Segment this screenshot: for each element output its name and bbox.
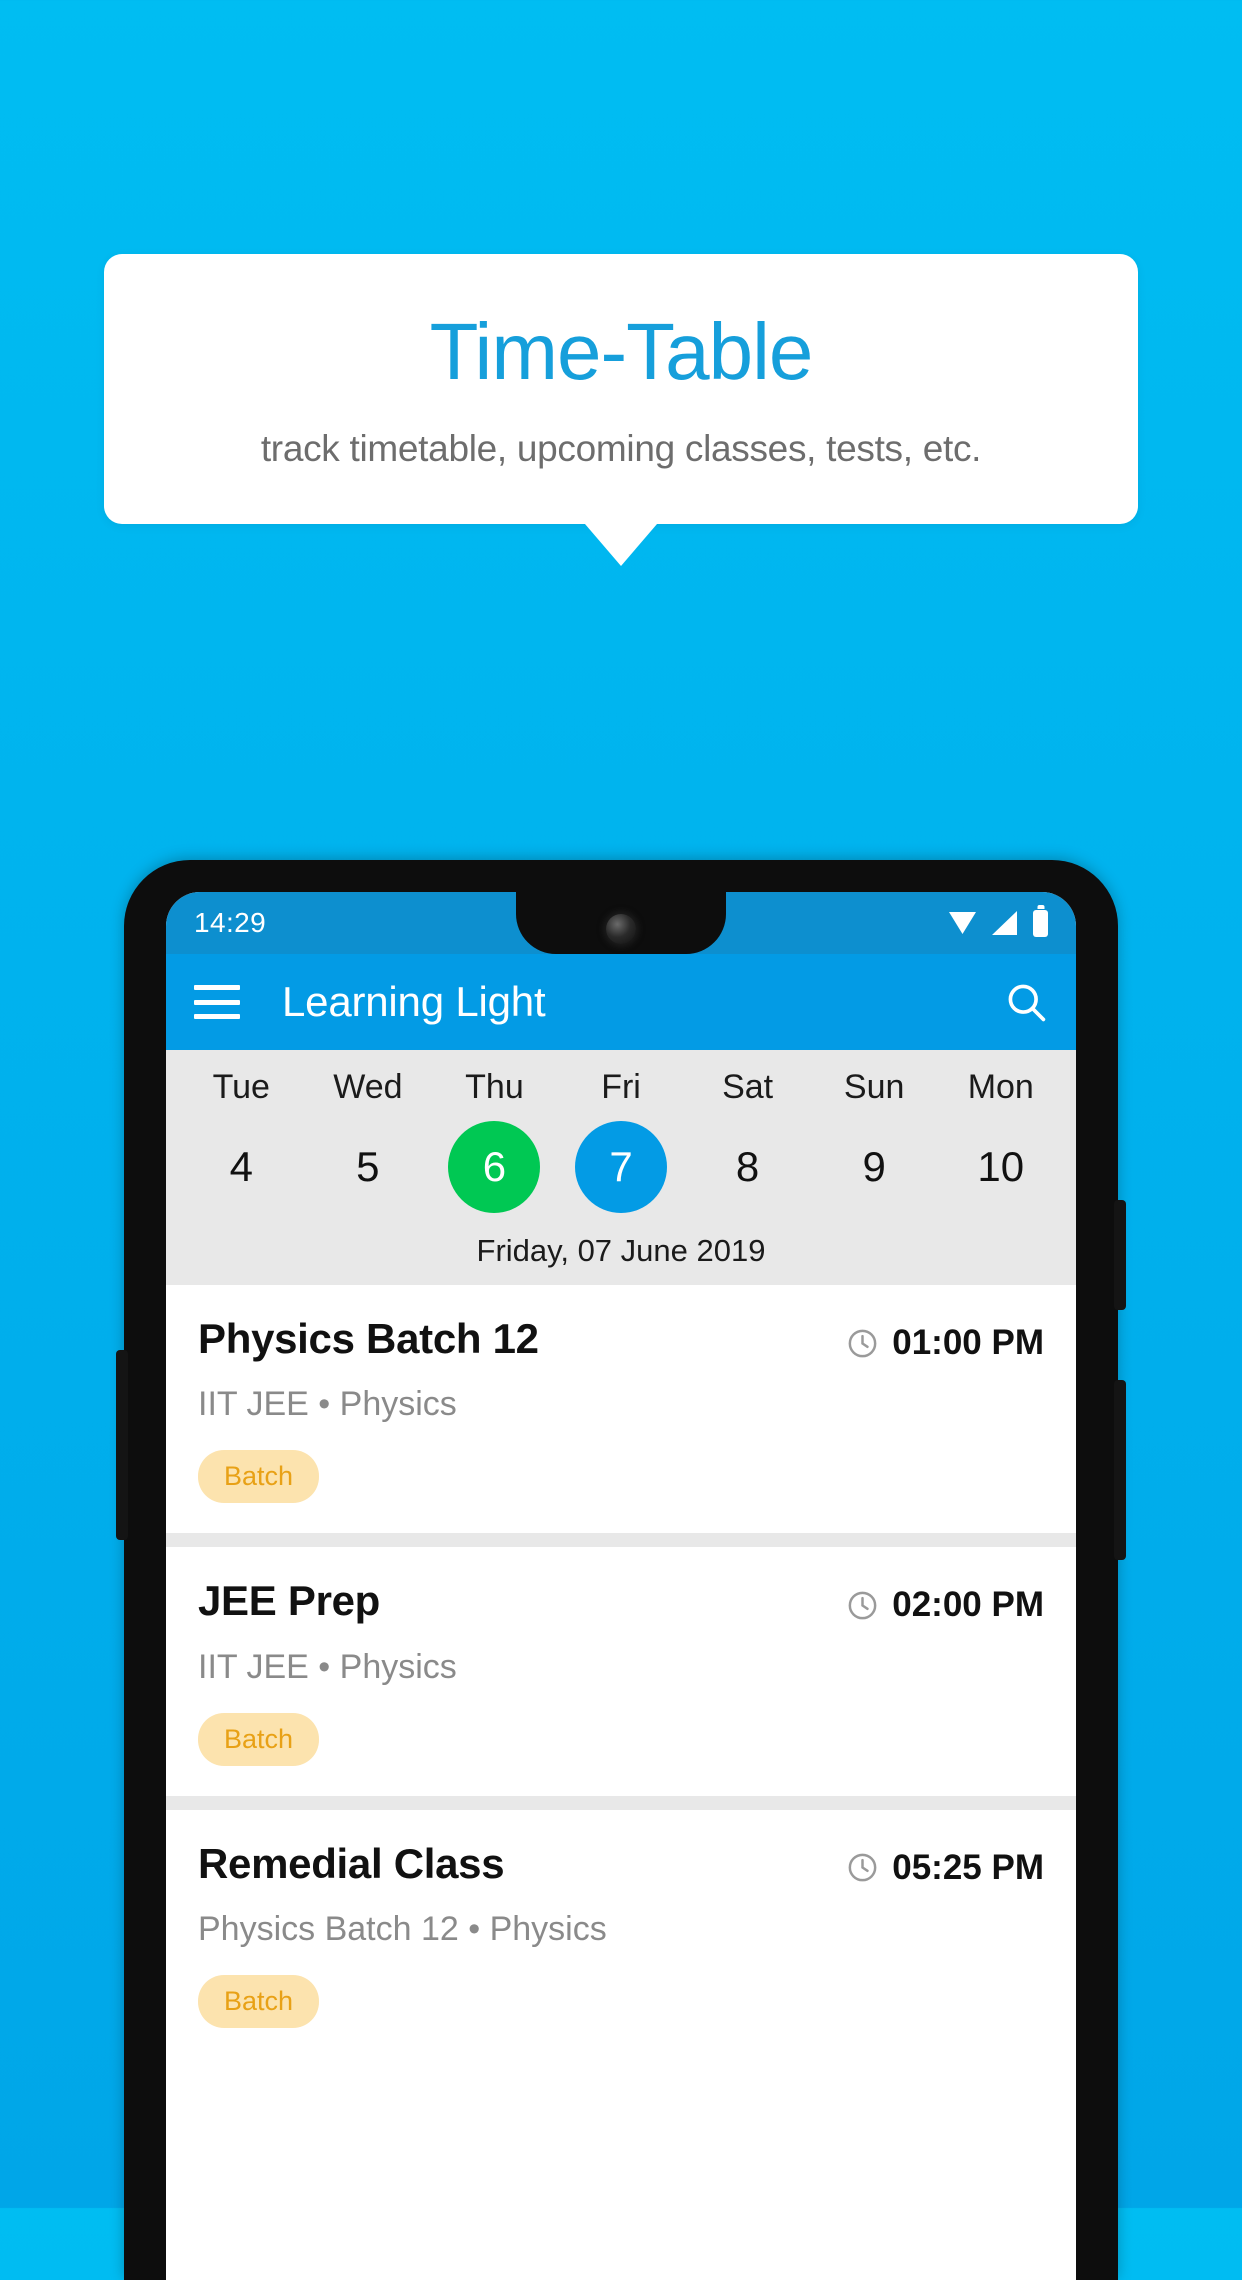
class-subtitle: IIT JEE • Physics xyxy=(198,1647,457,1686)
calendar-day-number[interactable]: 7 xyxy=(575,1121,668,1213)
class-time: 02:00 PM xyxy=(892,1585,1044,1625)
phone-notch xyxy=(516,892,726,954)
front-camera-icon xyxy=(606,914,636,944)
calendar-day-thu[interactable]: Thu 6 xyxy=(431,1068,558,1213)
class-title: Physics Batch 12 xyxy=(198,1315,539,1362)
calendar-day-number[interactable]: 6 xyxy=(448,1121,541,1213)
calendar-day-sun[interactable]: Sun 9 xyxy=(811,1068,938,1213)
calendar-day-name: Sun xyxy=(843,1068,905,1106)
class-time: 05:25 PM xyxy=(892,1847,1044,1887)
status-badge: Batch xyxy=(198,1450,320,1504)
class-badges: Batch xyxy=(198,1450,1044,1504)
calendar-strip: Tue 4 Wed 5 Thu 6 Fri 7 Sat 8 Sun 9 Mon 10 Friday, 07… xyxy=(166,1050,1076,1285)
class-title: JEE Prep xyxy=(198,1577,381,1625)
calendar-day-sat[interactable]: Sat 8 xyxy=(684,1068,811,1213)
class-card-header: Physics Batch 12 01:00 PM xyxy=(198,1315,1044,1363)
phone-mockup: 14:29 Learning Light Tue 4 Wed 5 Thu 6 Fri 7 Sat… xyxy=(116,860,1126,2280)
calendar-day-name: Mon xyxy=(967,1068,1034,1106)
calendar-days-row: Tue 4 Wed 5 Thu 6 Fri 7 Sat 8 Sun 9 Mon 10 xyxy=(166,1068,1076,1213)
status-badge: Batch xyxy=(198,1974,320,2028)
phone-volume-button xyxy=(1114,1380,1126,1560)
app-bar: Learning Light xyxy=(166,954,1076,1050)
promo-callout-tail xyxy=(585,524,657,566)
calendar-day-name: Tue xyxy=(212,1068,270,1106)
app-title: Learning Light xyxy=(282,978,546,1025)
phone-power-button xyxy=(1114,1200,1126,1310)
class-card[interactable]: Remedial Class 05:25 PM Physics Batch 12 •… xyxy=(166,1809,1076,2058)
promo-title: Time-Table xyxy=(429,307,814,396)
class-badges: Batch xyxy=(198,1712,1044,1766)
calendar-day-tue[interactable]: Tue 4 xyxy=(178,1068,305,1213)
class-card-header: JEE Prep 02:00 PM xyxy=(198,1577,1044,1625)
signal-icon xyxy=(992,911,1017,935)
wifi-icon xyxy=(949,912,976,934)
status-badge: Batch xyxy=(198,1712,320,1766)
selected-date-label: Friday, 07 June 2019 xyxy=(476,1233,766,1268)
class-card[interactable]: Physics Batch 12 01:00 PM IIT JEE • Physic… xyxy=(166,1285,1076,1534)
calendar-day-number[interactable]: 8 xyxy=(702,1121,794,1213)
class-subtitle: Physics Batch 12 • Physics xyxy=(198,1909,607,1948)
phone-screen: 14:29 Learning Light Tue 4 Wed 5 Thu 6 Fri 7 Sat… xyxy=(166,892,1076,2280)
calendar-day-name: Wed xyxy=(333,1068,403,1106)
calendar-day-mon[interactable]: Mon 10 xyxy=(937,1068,1064,1213)
class-card-header: Remedial Class 05:25 PM xyxy=(198,1840,1044,1888)
calendar-day-number[interactable]: 5 xyxy=(322,1121,414,1213)
class-time-group: 05:25 PM xyxy=(846,1840,1044,1888)
calendar-day-number[interactable]: 4 xyxy=(195,1121,287,1213)
clock-icon xyxy=(848,1329,877,1357)
status-bar-clock: 14:29 xyxy=(194,907,267,938)
promo-card: Time-Table track timetable, upcoming cla… xyxy=(104,254,1138,524)
search-icon[interactable] xyxy=(1004,980,1048,1024)
class-badges: Batch xyxy=(198,1974,1044,2028)
class-time: 01:00 PM xyxy=(892,1323,1044,1362)
clock-icon xyxy=(848,1853,877,1882)
calendar-day-name: Sat xyxy=(722,1068,774,1106)
status-bar-icons xyxy=(949,909,1048,937)
calendar-day-wed[interactable]: Wed 5 xyxy=(305,1068,432,1213)
battery-icon xyxy=(1033,909,1048,937)
calendar-day-fri[interactable]: Fri 7 xyxy=(558,1068,685,1213)
class-list: Physics Batch 12 01:00 PM IIT JEE • Physic… xyxy=(166,1285,1076,2058)
class-card[interactable]: JEE Prep 02:00 PM IIT JEE • Physics Batch xyxy=(166,1547,1076,1796)
class-title: Remedial Class xyxy=(198,1839,505,1887)
clock-icon xyxy=(848,1591,877,1620)
promo-subtitle: track timetable, upcoming classes, tests… xyxy=(260,428,982,469)
calendar-day-name: Thu xyxy=(465,1068,524,1106)
class-subtitle: IIT JEE • Physics xyxy=(198,1385,457,1424)
hamburger-menu-icon[interactable] xyxy=(194,985,240,1019)
promo-callout: Time-Table track timetable, upcoming cla… xyxy=(104,254,1138,566)
calendar-day-number[interactable]: 9 xyxy=(828,1121,920,1213)
phone-side-button xyxy=(116,1350,128,1540)
calendar-day-number[interactable]: 10 xyxy=(955,1121,1047,1213)
calendar-day-name: Fri xyxy=(601,1068,641,1106)
class-time-group: 02:00 PM xyxy=(846,1577,1044,1625)
class-time-group: 01:00 PM xyxy=(846,1315,1044,1363)
